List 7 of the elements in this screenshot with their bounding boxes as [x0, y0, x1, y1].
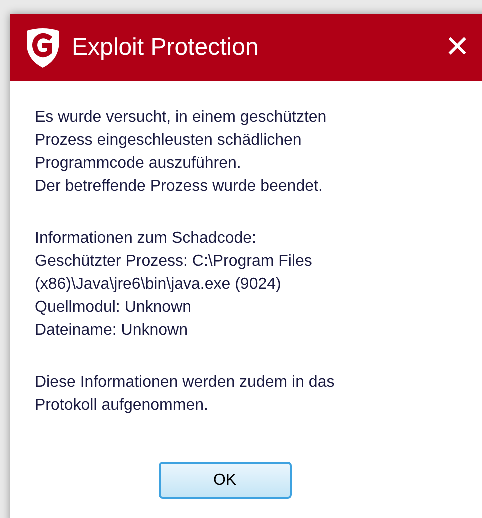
message-text: Diese Informationen werden zudem in das Protokoll aufgenommen. [35, 373, 336, 416]
window-title: Exploit Protection [72, 32, 260, 62]
ok-button[interactable]: OK [158, 462, 292, 499]
close-button[interactable]: ✕ [445, 32, 470, 62]
message-text: Es wurde versucht, in einem geschützten Prozess eingeschleusten schädlichen Programmcode auszuführen. Der betreffende Prozess wurde beendet. [35, 108, 328, 197]
shield-icon [24, 26, 62, 68]
message-text: Informationen zum Schadcode: Geschützter Prozess: C:\Program Files (x86)\Java\jre6\bin\java.exe (9024) Quellmodul: Unknown Dateiname: Unknown [35, 229, 314, 341]
